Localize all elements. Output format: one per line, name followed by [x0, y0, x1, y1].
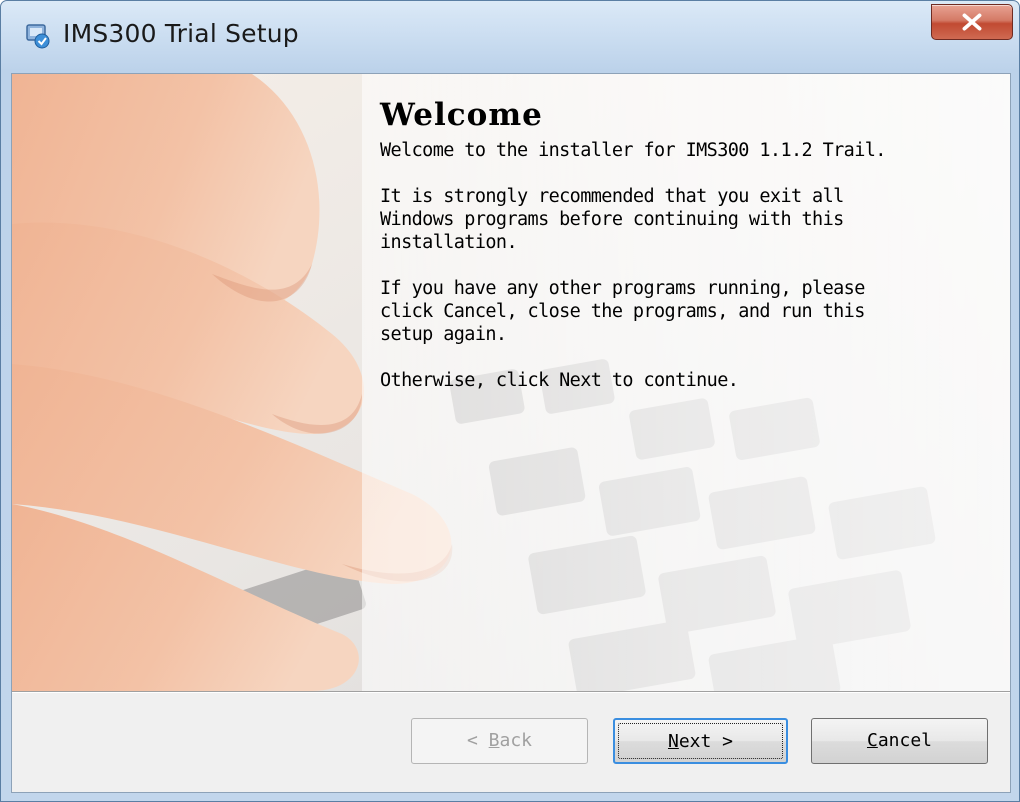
continue-text: Otherwise, click Next to continue. — [380, 370, 739, 391]
back-button-mnemonic: B — [488, 730, 500, 751]
next-button[interactable]: Next > — [613, 718, 788, 764]
next-button-mnemonic: N — [667, 731, 679, 752]
next-button-label: ext > — [678, 731, 734, 752]
welcome-heading: Welcome — [380, 97, 543, 133]
window-title: IMS300 Trial Setup — [63, 19, 299, 48]
cancel-button[interactable]: Cancel — [811, 718, 988, 764]
welcome-banner: Welcome Welcome to the installer for IMS… — [12, 74, 1010, 691]
back-button-prefix: < — [466, 730, 489, 751]
close-button[interactable] — [931, 4, 1013, 40]
installer-icon — [26, 24, 50, 49]
welcome-text-panel: Welcome Welcome to the installer for IMS… — [380, 97, 1000, 415]
back-button-label: ack — [499, 730, 533, 751]
cancel-button-label: ancel — [877, 730, 933, 751]
back-button[interactable]: < Back — [411, 718, 588, 764]
close-icon — [962, 13, 982, 31]
recommend-text: It is strongly recommended that you exit… — [380, 186, 844, 253]
dialog-client-area: Welcome Welcome to the installer for IMS… — [11, 73, 1011, 793]
intro-text: Welcome to the installer for IMS300 1.1.… — [380, 140, 886, 161]
title-bar[interactable]: IMS300 Trial Setup — [1, 1, 1019, 73]
cancel-button-mnemonic: C — [866, 730, 878, 751]
setup-window: IMS300 Trial Setup Welcome Welcome to th… — [0, 0, 1020, 802]
footer-divider-highlight — [12, 692, 1010, 693]
running-programs-text: If you have any other programs running, … — [380, 278, 865, 345]
